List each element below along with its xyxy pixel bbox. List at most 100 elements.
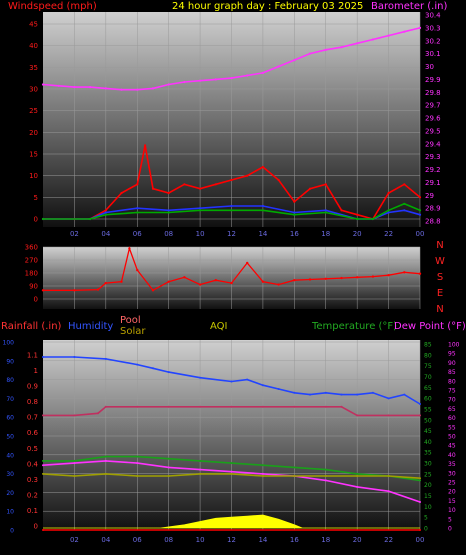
series-point-wind-average	[387, 211, 390, 214]
series-point-wind-speed	[214, 183, 217, 186]
series-point-barometer-in	[167, 83, 170, 86]
series-point-rainfall-in	[42, 529, 44, 531]
series-point-wind-direction	[418, 272, 422, 275]
compass-label: N	[436, 240, 443, 251]
series-point-wind-direction	[151, 289, 155, 292]
dew-point-tick-label: 90	[448, 360, 456, 367]
series-point-wind-direction	[120, 280, 123, 283]
series-point-aqi	[136, 475, 139, 477]
baro-tick-label: 30.2	[425, 37, 441, 45]
wind-tick-label: 40	[29, 42, 38, 50]
series-point-temperature-f	[104, 455, 107, 458]
wind-x-tick-label: 14	[258, 230, 267, 238]
series-point-wind-average	[167, 209, 170, 212]
climate-x-tick-label: 22	[384, 536, 393, 544]
compass-label: W	[435, 256, 445, 267]
aqi-label: AQI	[210, 321, 228, 332]
series-point-aqi	[324, 475, 327, 477]
series-point-temperature-f	[42, 459, 44, 462]
baro-tick-label: 29.4	[425, 140, 441, 148]
series-point-temperature-f	[419, 479, 421, 482]
series-point-temperature-f	[199, 459, 202, 462]
series-point-pool	[136, 405, 139, 408]
temperature-tick-label: 70	[424, 374, 432, 381]
dew-point-tick-label: 15	[448, 498, 456, 505]
dew-point-tick-label: 0	[448, 526, 452, 533]
series-point-wind-direction	[308, 278, 312, 281]
baro-tick-label: 28.8	[425, 218, 441, 226]
temperature-tick-label: 15	[424, 493, 432, 500]
temperature-tick-label: 75	[424, 363, 432, 370]
series-point-wind-gust	[293, 213, 296, 216]
series-point-wind-direction	[104, 281, 108, 285]
series-point-wind-direction	[183, 276, 186, 279]
series-point-wind-speed	[136, 183, 139, 186]
series-point-barometer-in	[57, 84, 60, 87]
wind-tick-label: 45	[29, 21, 38, 29]
pool-label: Pool	[120, 315, 141, 326]
dew-point-tick-label: 5	[448, 516, 452, 523]
series-point-wind-gust	[89, 217, 92, 221]
humidity-tick-label: 100	[3, 340, 15, 347]
series-point-humidity	[371, 391, 374, 394]
baro-tick-label: 28.9	[425, 205, 441, 213]
series-point-barometer-in	[230, 77, 233, 80]
series-point-wind-speed	[261, 165, 264, 169]
rain-tick-label: 0.8	[27, 398, 38, 406]
series-point-dew-point-f	[73, 462, 76, 465]
series-point-pool	[387, 414, 390, 417]
series-point-wind-gust	[403, 202, 406, 205]
temperature-axis-title: Temperature (°F)	[311, 321, 397, 332]
humidity-tick-label: 40	[6, 452, 14, 459]
dew-point-tick-label: 45	[448, 443, 456, 450]
series-point-wind-direction	[356, 276, 359, 279]
series-point-dew-point-f	[104, 459, 107, 462]
dew-point-tick-label: 70	[448, 397, 456, 404]
dew-point-tick-label: 25	[448, 480, 456, 487]
series-point-humidity	[387, 397, 390, 400]
temperature-tick-label: 0	[424, 526, 428, 533]
series-point-humidity	[42, 356, 44, 358]
series-point-wind-direction	[230, 281, 233, 285]
series-point-wind-direction	[340, 276, 343, 280]
temperature-tick-label: 50	[424, 417, 432, 424]
wind-tick-label: 15	[29, 151, 38, 159]
series-point-barometer-in	[293, 59, 296, 62]
dew-point-tick-label: 40	[448, 452, 456, 459]
series-point-wind-speed	[230, 178, 233, 182]
temperature-tick-label: 40	[424, 439, 432, 446]
wind-x-tick-label: 22	[384, 230, 393, 238]
compass-label: E	[437, 288, 443, 299]
series-point-humidity	[261, 384, 264, 387]
humidity-tick-label: 60	[6, 415, 14, 422]
baro-tick-label: 29.5	[425, 127, 441, 135]
series-point-wind-direction	[246, 261, 249, 265]
series-point-barometer-in	[261, 71, 264, 74]
series-point-temperature-f	[230, 462, 233, 465]
temperature-tick-label: 60	[424, 396, 432, 403]
rainfall-axis-title: Rainfall (.in)	[1, 321, 62, 332]
series-point-barometer-in	[403, 30, 406, 33]
series-point-barometer-in	[418, 26, 422, 29]
series-point-aqi	[104, 472, 107, 475]
series-point-wind-speed	[403, 183, 406, 186]
series-point-wind-gust	[418, 209, 422, 212]
series-point-barometer-in	[246, 74, 249, 77]
series-point-wind-speed	[199, 187, 202, 190]
series-point-wind-average	[104, 211, 107, 214]
series-point-barometer-in	[277, 65, 280, 68]
series-point-barometer-in	[387, 34, 390, 37]
humidity-tick-label: 20	[6, 490, 14, 497]
series-point-humidity	[356, 393, 359, 396]
series-point-barometer-in	[371, 38, 374, 41]
climate-x-tick-label: 10	[196, 536, 205, 544]
humidity-tick-label: 70	[6, 396, 14, 403]
dew-point-tick-label: 30	[448, 470, 456, 477]
climate-x-tick-label: 02	[70, 536, 79, 544]
humidity-tick-label: 10	[6, 509, 14, 516]
series-point-humidity	[152, 367, 154, 370]
series-point-barometer-in	[73, 86, 76, 89]
series-point-wind-gust	[230, 209, 233, 212]
series-point-dew-point-f	[167, 466, 170, 469]
series-point-humidity	[104, 357, 107, 360]
